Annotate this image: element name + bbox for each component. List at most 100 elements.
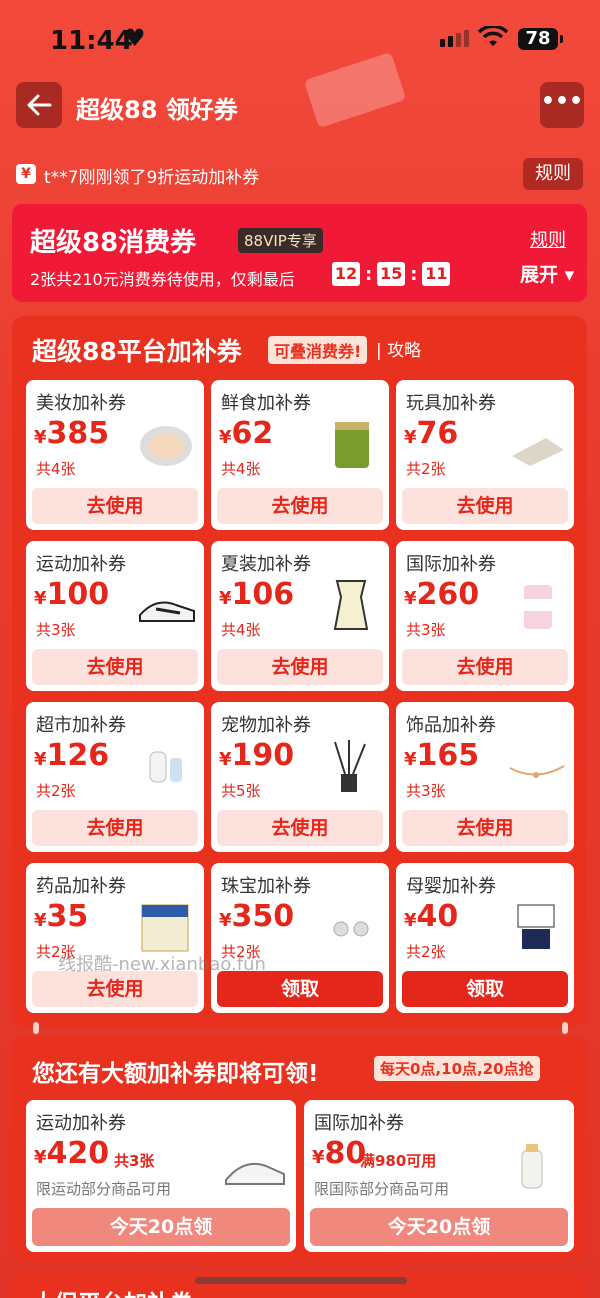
coupon-name: 玩具加补券 bbox=[406, 393, 496, 414]
battery-icon: 78 bbox=[518, 28, 563, 50]
coupon-value: 420 bbox=[46, 1136, 110, 1171]
kids-outfit-icon bbox=[517, 904, 555, 949]
coupon-amount: ¥126 bbox=[34, 738, 109, 773]
power-bank-icon bbox=[149, 751, 182, 783]
timer-seconds: 11 bbox=[422, 262, 451, 286]
vip-badge: 88VIP专享 bbox=[238, 228, 323, 253]
vip-subtitle: 2张共210元消费券待使用，仅剩最后 bbox=[30, 270, 295, 289]
back-arrow-icon bbox=[27, 94, 52, 116]
timer-minutes: 15 bbox=[377, 262, 406, 286]
coupon-count: 共5张 bbox=[221, 782, 261, 800]
coupon-value: 35 bbox=[46, 899, 89, 934]
coupon-amount: ¥260 bbox=[404, 577, 479, 612]
supplement-jar-icon bbox=[524, 585, 552, 629]
currency-symbol: ¥ bbox=[34, 749, 47, 770]
currency-symbol: ¥ bbox=[34, 588, 47, 609]
scheduled-claim-button[interactable]: 今天20点领 bbox=[310, 1208, 568, 1246]
use-button[interactable]: 去使用 bbox=[32, 810, 198, 846]
coupon-name: 夏装加补券 bbox=[221, 554, 311, 575]
coupon-description: 限国际部分商品可用 bbox=[314, 1180, 450, 1198]
cushion-compact-icon bbox=[140, 426, 192, 466]
upcoming-title: 您还有大额加补券即将可领! bbox=[32, 1061, 319, 1087]
coupon-card: 母婴加补券 ¥40 共2张 领取 bbox=[396, 863, 574, 1013]
coupon-decoration-icon bbox=[305, 53, 405, 127]
coupon-count: 共2张 bbox=[406, 943, 446, 961]
use-button[interactable]: 去使用 bbox=[402, 488, 568, 524]
use-button[interactable]: 去使用 bbox=[32, 488, 198, 524]
claim-button[interactable]: 领取 bbox=[402, 971, 568, 1007]
coupon-name: 运动加补券 bbox=[36, 554, 126, 575]
back-button[interactable] bbox=[16, 82, 62, 128]
currency-symbol: ¥ bbox=[219, 427, 232, 448]
use-button[interactable]: 去使用 bbox=[32, 649, 198, 685]
upcoming-coupons-section: 您还有大额加补券即将可领! 每天0点,10点,20点抢 运动加补券 ¥420 共3张… bbox=[12, 1036, 587, 1262]
coupon-amount: ¥350 bbox=[219, 899, 294, 934]
coupon-card: 国际加补券 ¥260 共3张 去使用 bbox=[396, 541, 574, 691]
upcoming-coupon-card: 国际加补券 ¥80 满980可用 限国际部分商品可用 今天20点领 bbox=[304, 1100, 574, 1252]
coupon-value: 100 bbox=[46, 577, 110, 612]
coupon-value: 260 bbox=[416, 577, 480, 612]
sneaker-icon bbox=[139, 601, 195, 622]
coupon-value: 385 bbox=[46, 416, 110, 451]
coupon-name: 珠宝加补券 bbox=[221, 876, 311, 897]
coupon-name: 饰品加补券 bbox=[406, 715, 496, 736]
coupon-value: 350 bbox=[231, 899, 295, 934]
currency-symbol: ¥ bbox=[404, 910, 417, 931]
mat-toy-icon bbox=[512, 438, 564, 466]
guide-link[interactable]: | 攻略 bbox=[376, 336, 421, 361]
coupon-count: 共4张 bbox=[36, 460, 76, 478]
coupon-amount: ¥35 bbox=[34, 899, 88, 934]
expand-button[interactable]: 展开 ▾ bbox=[520, 260, 574, 287]
currency-symbol: ¥ bbox=[219, 910, 232, 931]
more-options-button[interactable]: ••• bbox=[540, 82, 584, 128]
coupon-count: 共2张 bbox=[36, 782, 76, 800]
coupon-card: 夏装加补券 ¥106 共4张 去使用 bbox=[211, 541, 389, 691]
coupon-card: 超市加补券 ¥126 共2张 去使用 bbox=[26, 702, 204, 852]
coupon-name: 美妆加补券 bbox=[36, 393, 126, 414]
use-button[interactable]: 去使用 bbox=[217, 649, 383, 685]
coupon-count: 共3张 bbox=[36, 621, 76, 639]
currency-symbol: ¥ bbox=[312, 1147, 325, 1168]
vip-title: 超级88消费券 bbox=[30, 228, 197, 258]
ticker-text: t**7刚刚领了9折运动加补券 bbox=[44, 168, 260, 188]
coupon-card: 宠物加补券 ¥190 共5张 去使用 bbox=[211, 702, 389, 852]
use-button[interactable]: 去使用 bbox=[217, 810, 383, 846]
currency-symbol: ¥ bbox=[404, 588, 417, 609]
watermark: 线报酷-new.xianbao.fun bbox=[58, 954, 266, 975]
use-button[interactable]: 去使用 bbox=[32, 971, 198, 1007]
currency-symbol: ¥ bbox=[219, 588, 232, 609]
rules-button[interactable]: 规则 bbox=[523, 158, 583, 190]
coupon-card: 运动加补券 ¥100 共3张去使用 bbox=[26, 541, 204, 691]
coupon-card: 饰品加补券 ¥165 共3张 去使用 bbox=[396, 702, 574, 852]
coupon-count: 共4张 bbox=[221, 621, 261, 639]
coupon-amount: ¥80 bbox=[312, 1136, 366, 1171]
coupon-value: 40 bbox=[416, 899, 459, 934]
coupon-icon: ¥ bbox=[16, 164, 36, 184]
coupon-value: 126 bbox=[46, 738, 110, 773]
coupon-amount: ¥76 bbox=[404, 416, 458, 451]
currency-symbol: ¥ bbox=[34, 910, 47, 931]
coupon-count: 共2张 bbox=[406, 460, 446, 478]
currency-symbol: ¥ bbox=[34, 1147, 47, 1168]
coupon-name: 鲜食加补券 bbox=[221, 393, 311, 414]
coupon-card: 药品加补券 ¥35 共2张 去使用 bbox=[26, 863, 204, 1013]
coupon-name: 运动加补券 bbox=[36, 1113, 126, 1134]
coupon-name: 国际加补券 bbox=[314, 1113, 404, 1134]
currency-symbol: ¥ bbox=[404, 749, 417, 770]
coupon-amount: ¥40 bbox=[404, 899, 458, 934]
vip-coupon-panel: 超级88消费券 88VIP专享 规则 2张共210元消费券待使用，仅剩最后 12… bbox=[12, 204, 587, 302]
currency-symbol: ¥ bbox=[34, 427, 47, 448]
reed-diffuser-icon bbox=[334, 740, 366, 792]
coupon-amount: ¥385 bbox=[34, 416, 109, 451]
stackable-tag: 可叠消费券! bbox=[268, 336, 368, 364]
use-button[interactable]: 去使用 bbox=[402, 810, 568, 846]
currency-symbol: ¥ bbox=[219, 749, 232, 770]
scheduled-claim-button[interactable]: 今天20点领 bbox=[32, 1208, 290, 1246]
use-button[interactable]: 去使用 bbox=[217, 488, 383, 524]
claim-button[interactable]: 领取 bbox=[217, 971, 383, 1007]
cellular-signal-icon bbox=[440, 30, 469, 47]
use-button[interactable]: 去使用 bbox=[402, 649, 568, 685]
vip-rules-link[interactable]: 规则 bbox=[530, 226, 566, 252]
upcoming-coupon-card: 运动加补券 ¥420 共3张 限运动部分商品可用 今天20点领 bbox=[26, 1100, 296, 1252]
currency-symbol: ¥ bbox=[404, 427, 417, 448]
